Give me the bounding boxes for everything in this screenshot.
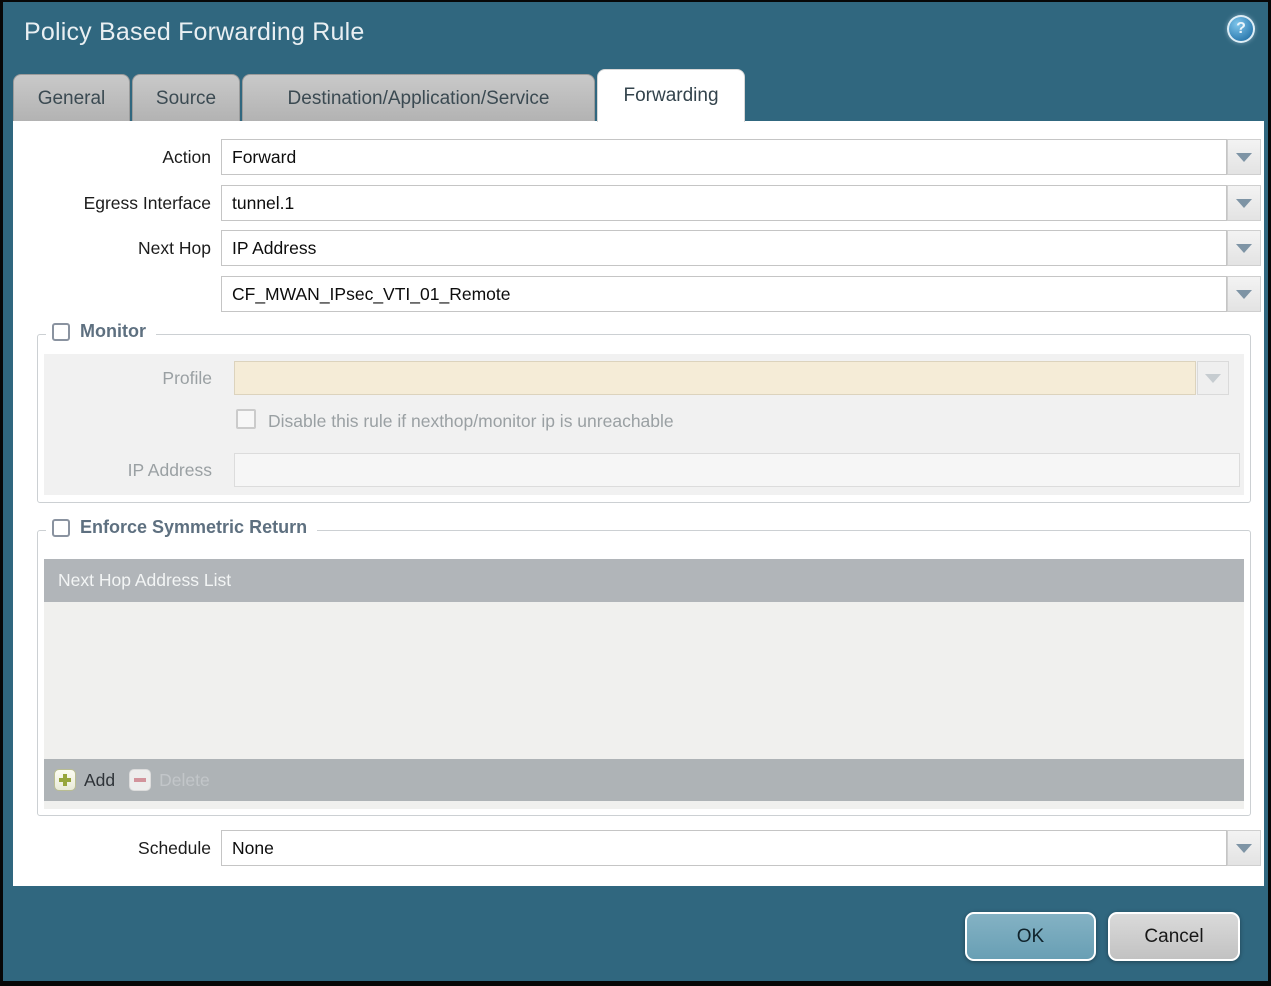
next-hop-address-combo: CF_MWAN_IPsec_VTI_01_Remote [221,276,1261,312]
table-bottom-strip [44,801,1244,809]
enforce-symmetric-return-legend-label: Enforce Symmetric Return [80,517,308,537]
egress-interface-label: Egress Interface [83,193,211,213]
enforce-symmetric-return-checkbox[interactable] [52,518,70,537]
tab-bar: General Source Destination/Application/S… [13,68,745,122]
chevron-down-icon [1236,152,1252,162]
dialog-title: Policy Based Forwarding Rule [24,18,365,46]
next-hop-label: Next Hop [138,238,211,258]
ok-button[interactable]: OK [965,912,1096,961]
schedule-combo: None [221,830,1261,866]
help-icon[interactable]: ? [1227,15,1255,43]
disable-rule-label: Disable this rule if nexthop/monitor ip … [268,411,674,431]
next-hop-address-dropdown-button[interactable] [1227,276,1261,312]
dialog-titlebar: Policy Based Forwarding Rule ? [3,2,1268,66]
tab-general[interactable]: General [13,74,130,122]
chevron-down-icon [1236,243,1252,253]
next-hop-address-table: Next Hop Address List Add Delete [44,559,1244,809]
next-hop-address-list-body[interactable] [44,602,1244,759]
enforce-symmetric-return-group: Enforce Symmetric Return Next Hop Addres… [37,517,1251,816]
chevron-down-icon [1236,289,1252,299]
schedule-select[interactable]: None [221,830,1227,866]
next-hop-select[interactable]: IP Address [221,230,1227,266]
monitor-panel: Profile Disable this rule if nexthop/mon… [44,354,1244,495]
next-hop-dropdown-button[interactable] [1227,230,1261,266]
next-hop-address-list-header: Next Hop Address List [44,559,1244,602]
tab-forwarding[interactable]: Forwarding [597,69,745,122]
chevron-down-icon [1205,373,1221,383]
schedule-dropdown-button[interactable] [1227,830,1261,866]
policy-based-forwarding-dialog: Policy Based Forwarding Rule ? General S… [3,2,1268,981]
add-button-label: Add [84,769,116,790]
next-hop-address-list-toolbar: Add Delete [44,759,1244,801]
monitor-legend: Monitor [46,321,156,342]
chevron-down-icon [1236,198,1252,208]
egress-interface-select[interactable]: tunnel.1 [221,185,1227,221]
action-label: Action [162,147,211,167]
egress-interface-combo: tunnel.1 [221,185,1261,221]
plus-icon [54,769,76,791]
monitor-ip-address-label: IP Address [127,460,212,480]
monitor-checkbox[interactable] [52,322,70,341]
chevron-down-icon [1236,843,1252,853]
next-hop-address-select[interactable]: CF_MWAN_IPsec_VTI_01_Remote [221,276,1227,312]
enforce-symmetric-return-legend: Enforce Symmetric Return [46,517,318,538]
action-select[interactable]: Forward [221,139,1227,175]
tab-destination-application-service[interactable]: Destination/Application/Service [242,74,595,122]
profile-select [234,361,1196,395]
help-glyph: ? [1236,20,1246,37]
profile-label: Profile [162,368,212,388]
action-dropdown-button[interactable] [1227,139,1261,175]
disable-rule-checkbox [236,409,256,429]
delete-button-label: Delete [159,769,210,790]
next-hop-combo: IP Address [221,230,1261,266]
minus-icon [129,769,152,791]
monitor-group: Monitor Profile Disable this rule if nex… [37,321,1251,503]
forwarding-tab-panel: Action Forward Egress Interface tunnel.1… [13,121,1264,886]
delete-button: Delete [129,769,210,791]
monitor-legend-label: Monitor [80,321,146,341]
schedule-label: Schedule [138,838,211,858]
action-combo: Forward [221,139,1261,175]
cancel-button[interactable]: Cancel [1108,912,1240,961]
profile-dropdown-button [1197,361,1229,395]
add-button[interactable]: Add [54,769,115,791]
egress-interface-dropdown-button[interactable] [1227,185,1261,221]
tab-source[interactable]: Source [132,74,240,122]
monitor-ip-address-input [234,453,1240,487]
window-frame: Policy Based Forwarding Rule ? General S… [0,0,1271,986]
